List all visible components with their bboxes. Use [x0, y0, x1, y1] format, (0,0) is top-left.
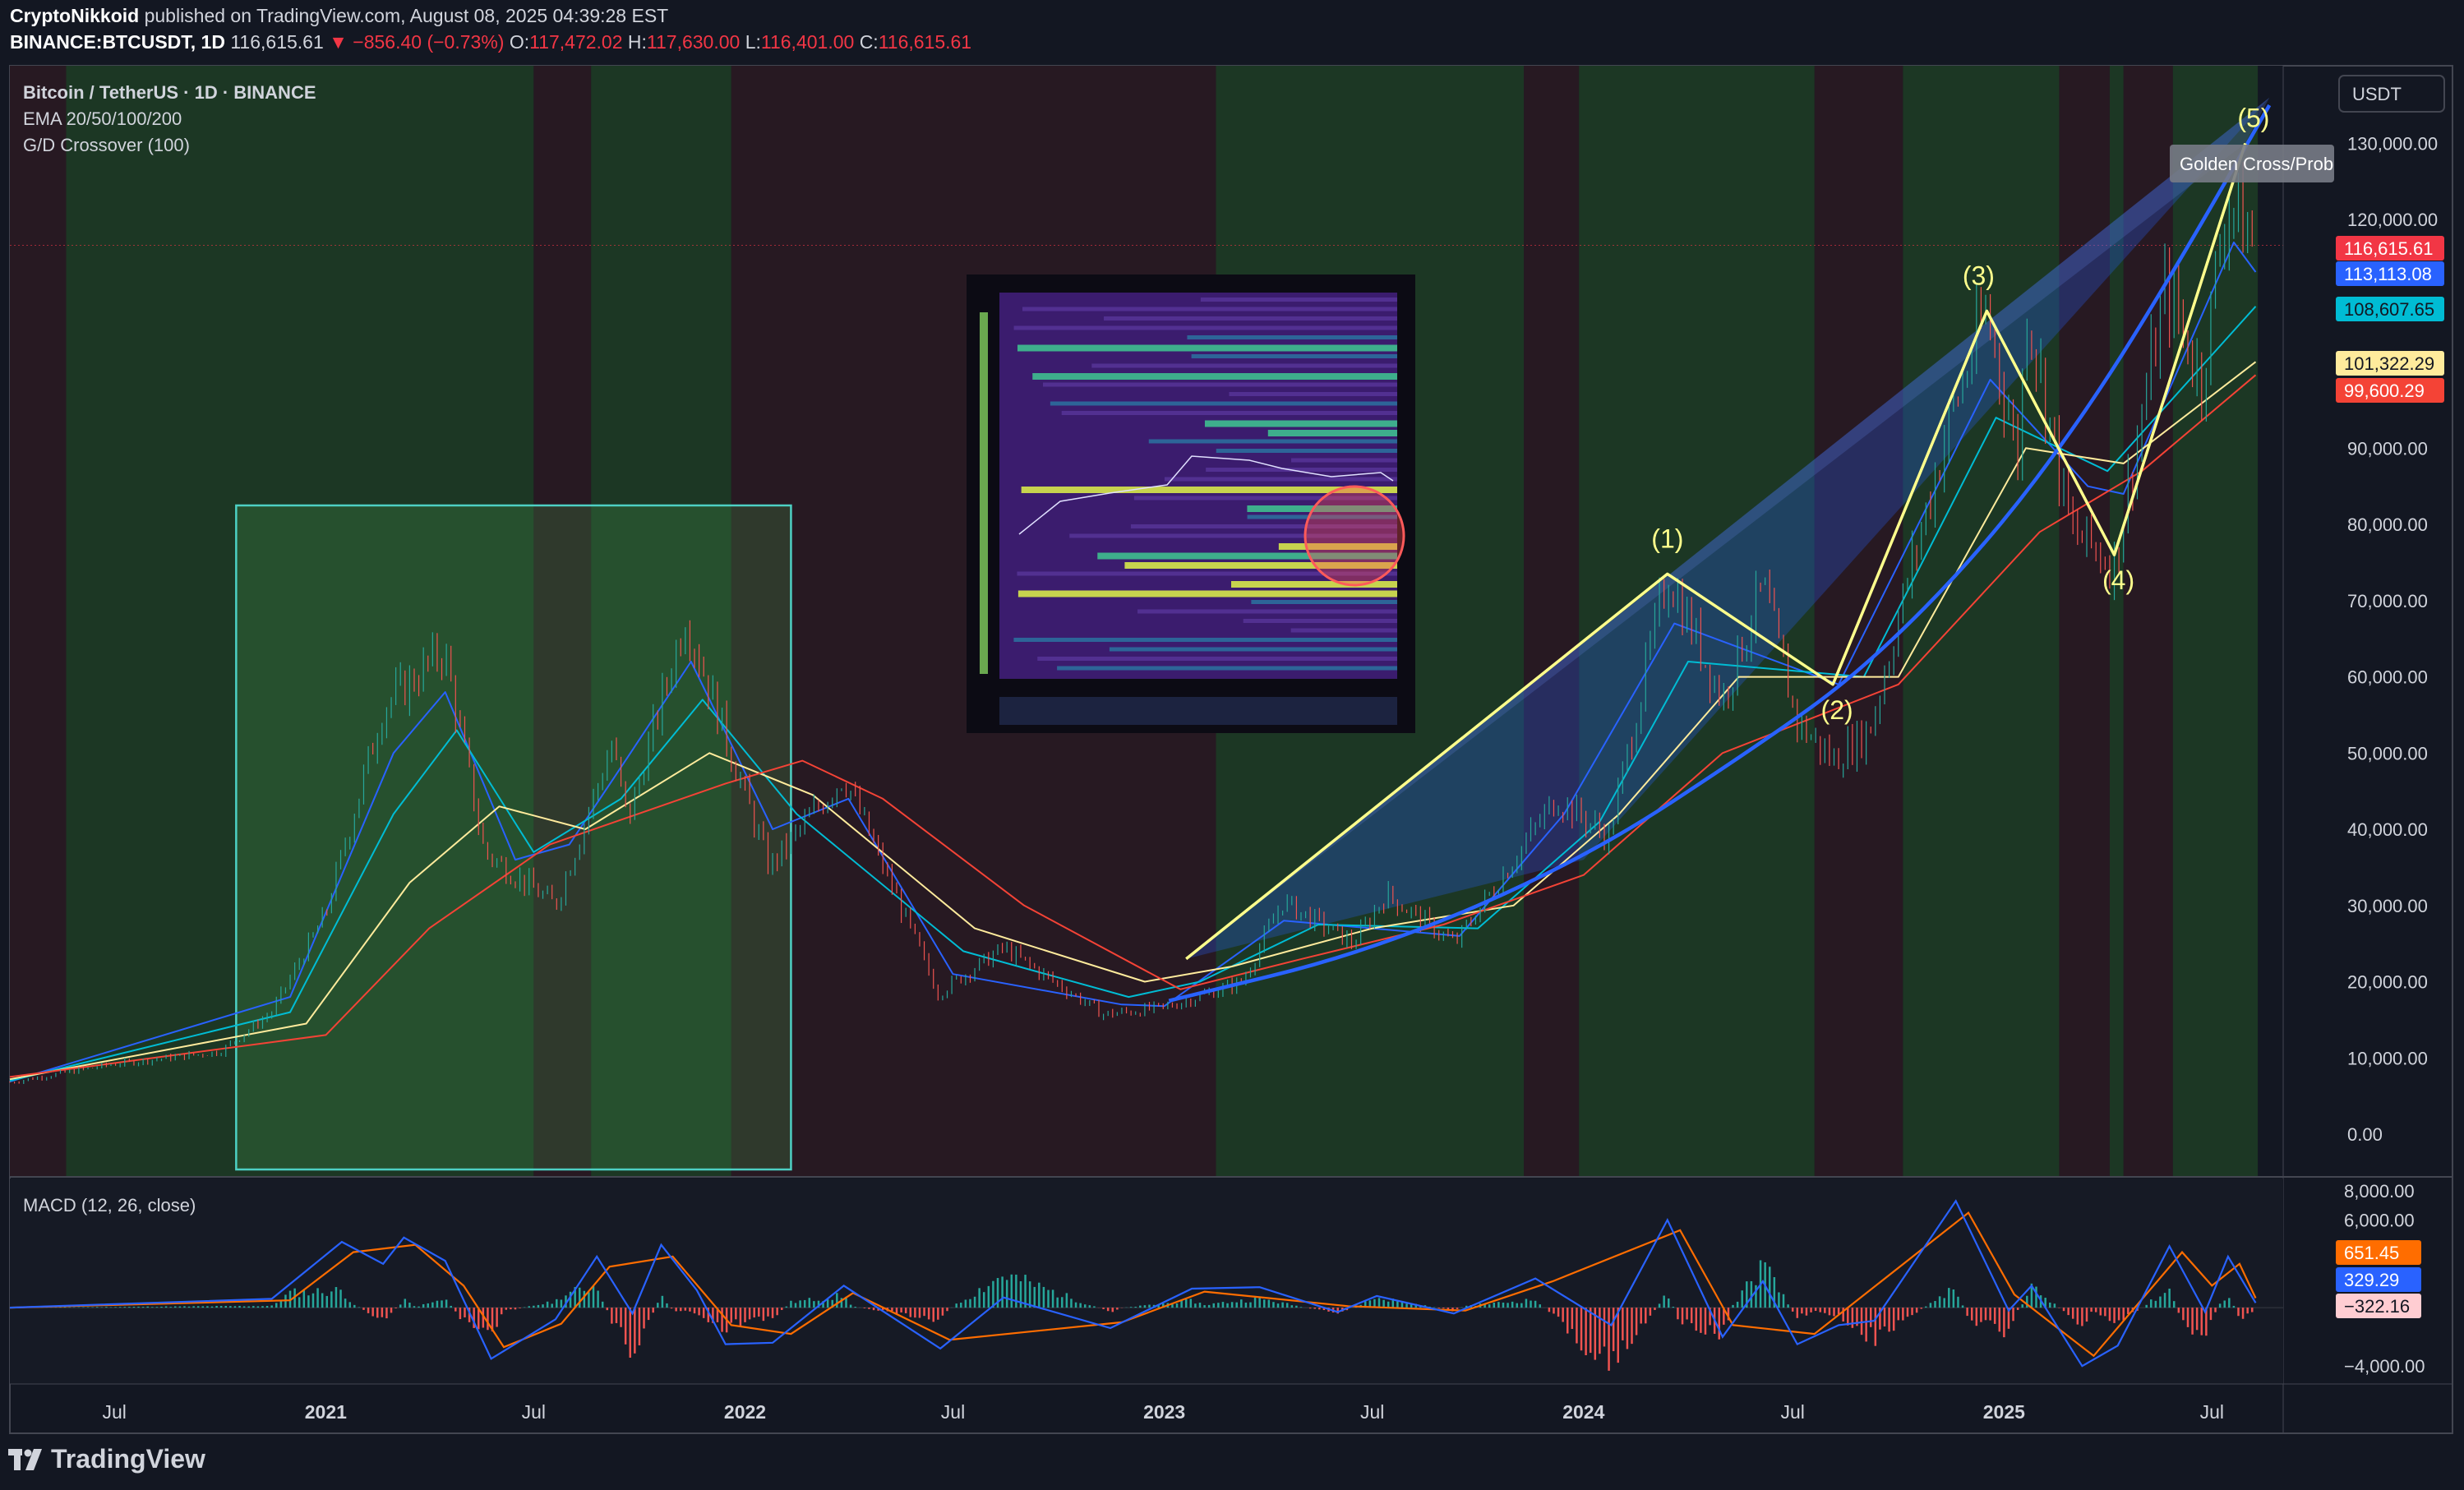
macd-tick: −4,000.00 — [2344, 1356, 2425, 1377]
time-tick: Jul — [941, 1401, 965, 1423]
time-tick: Jul — [1360, 1401, 1384, 1423]
inset-heatmap — [967, 274, 1415, 733]
time-tick: 2025 — [1983, 1401, 2025, 1423]
heatmap-band — [1050, 401, 1397, 406]
time-tick: Jul — [522, 1401, 546, 1423]
time-tick: 2022 — [724, 1401, 766, 1423]
wave-label-4: (4) — [2102, 565, 2134, 595]
time-tick: 2024 — [1562, 1401, 1604, 1423]
heatmap-band — [1216, 449, 1397, 453]
zone-green-13 — [2172, 66, 2259, 1177]
heatmap-volume-strip — [999, 697, 1397, 725]
heatmap-band — [1229, 392, 1397, 396]
tradingview-logo-text: TradingView — [51, 1444, 205, 1474]
price-tick: 30,000.00 — [2347, 896, 2428, 916]
zone-red-6 — [1524, 66, 1580, 1177]
zone-red-0 — [10, 66, 67, 1177]
time-axis[interactable]: Jul 2021 Jul 2022 Jul 2023 Jul 2024 Jul 2025 Jul — [102, 1401, 2224, 1423]
macd-pane[interactable] — [10, 1179, 2283, 1384]
macd-label-text: 651.45 — [2344, 1243, 2399, 1263]
time-tick: Jul — [102, 1401, 126, 1423]
price-tick: 50,000.00 — [2347, 743, 2428, 763]
macd-tick: 6,000.00 — [2344, 1210, 2415, 1230]
highlight-box-layer — [235, 504, 792, 1171]
golden-cross-text: Golden Cross/Prob — [2180, 154, 2333, 174]
heatmap-band — [1013, 638, 1397, 642]
price-tick: 10,000.00 — [2347, 1048, 2428, 1068]
time-tick: 2023 — [1143, 1401, 1185, 1423]
heatmap-band — [1104, 316, 1397, 321]
wave-label-3: (3) — [1963, 261, 1995, 290]
legend-gd-crossover: G/D Crossover (100) — [23, 135, 190, 155]
price-tick: 120,000.00 — [2347, 210, 2438, 230]
price-label-text: 116,615.61 — [2344, 238, 2433, 259]
heatmap-band — [1057, 666, 1397, 671]
legend-macd: MACD (12, 26, close) — [23, 1195, 196, 1216]
price-tick: 130,000.00 — [2347, 133, 2438, 154]
heatmap-band — [1061, 411, 1397, 415]
heatmap-band — [1043, 382, 1397, 387]
price-tick: 80,000.00 — [2347, 514, 2428, 535]
macd-label-text: 329.29 — [2344, 1270, 2399, 1290]
heatmap-band — [1137, 609, 1397, 614]
heatmap-band — [1032, 373, 1397, 380]
zone-future — [2258, 66, 2283, 1177]
heatmap-scale — [980, 312, 988, 674]
price-tick: 40,000.00 — [2347, 819, 2428, 840]
heatmap-band — [1164, 477, 1397, 482]
heatmap-band — [1091, 363, 1397, 368]
heatmap-band — [1200, 298, 1397, 302]
time-tick: Jul — [1780, 1401, 1804, 1423]
heatmap-band — [1148, 439, 1397, 444]
time-tick: Jul — [2200, 1401, 2224, 1423]
zone-green-9 — [1903, 66, 2060, 1177]
price-label-text: 101,322.29 — [2344, 353, 2434, 374]
highlight-box — [235, 504, 792, 1171]
heatmap-highlight-circle — [1304, 485, 1405, 587]
chart[interactable]: (1) (2) (3) (4) (5) 130,000.00 120,000.00 90,0… — [0, 0, 2464, 1490]
heatmap-band — [1017, 590, 1397, 597]
heatmap-band — [1037, 657, 1397, 661]
price-tick: 20,000.00 — [2347, 972, 2428, 993]
heatmap-band — [1291, 458, 1397, 463]
heatmap-band — [1191, 354, 1397, 358]
price-tick: 90,000.00 — [2347, 438, 2428, 459]
heatmap-band — [1013, 325, 1397, 330]
heatmap-band — [1251, 600, 1397, 604]
heatmap-band — [1017, 344, 1397, 352]
price-label-text: 113,113.08 — [2344, 264, 2432, 284]
price-tick: 60,000.00 — [2347, 667, 2428, 688]
time-tick: 2021 — [305, 1401, 347, 1423]
macd-label-text: −322.16 — [2344, 1296, 2410, 1317]
price-labels: 116,615.61 113,113.08 108,607.65 101,322.29… — [2336, 236, 2444, 403]
macd-axis: 8,000.00 6,000.00 −4,000.00 651.45 329.29 −32… — [2336, 1181, 2425, 1377]
heatmap-band — [1267, 430, 1397, 436]
heatmap-band — [1109, 647, 1397, 652]
legend-title: Bitcoin / TetherUS · 1D · BINANCE — [23, 82, 316, 103]
legend-ema: EMA 20/50/100/200 — [23, 108, 182, 129]
golden-cross-annotation[interactable]: Golden Cross/Prob — [2170, 145, 2334, 182]
heatmap-band — [1204, 420, 1397, 427]
price-label-text: 108,607.65 — [2344, 299, 2434, 320]
macd-tick: 8,000.00 — [2344, 1181, 2415, 1202]
heatmap-band — [1187, 335, 1397, 339]
wave-label-1: (1) — [1651, 524, 1683, 553]
heatmap-band — [1243, 619, 1397, 623]
heatmap-band — [1022, 307, 1397, 311]
currency-label: USDT — [2352, 84, 2402, 104]
wave-label-2: (2) — [1821, 695, 1853, 725]
price-label-text: 99,600.29 — [2344, 381, 2425, 401]
price-tick: 70,000.00 — [2347, 591, 2428, 611]
heatmap-band — [1290, 628, 1397, 633]
tradingview-logo[interactable]: TradingView — [8, 1444, 205, 1474]
wave-label-5: (5) — [2237, 103, 2269, 132]
tradingview-logo-icon — [8, 1447, 44, 1472]
price-tick: 0.00 — [2347, 1124, 2383, 1145]
